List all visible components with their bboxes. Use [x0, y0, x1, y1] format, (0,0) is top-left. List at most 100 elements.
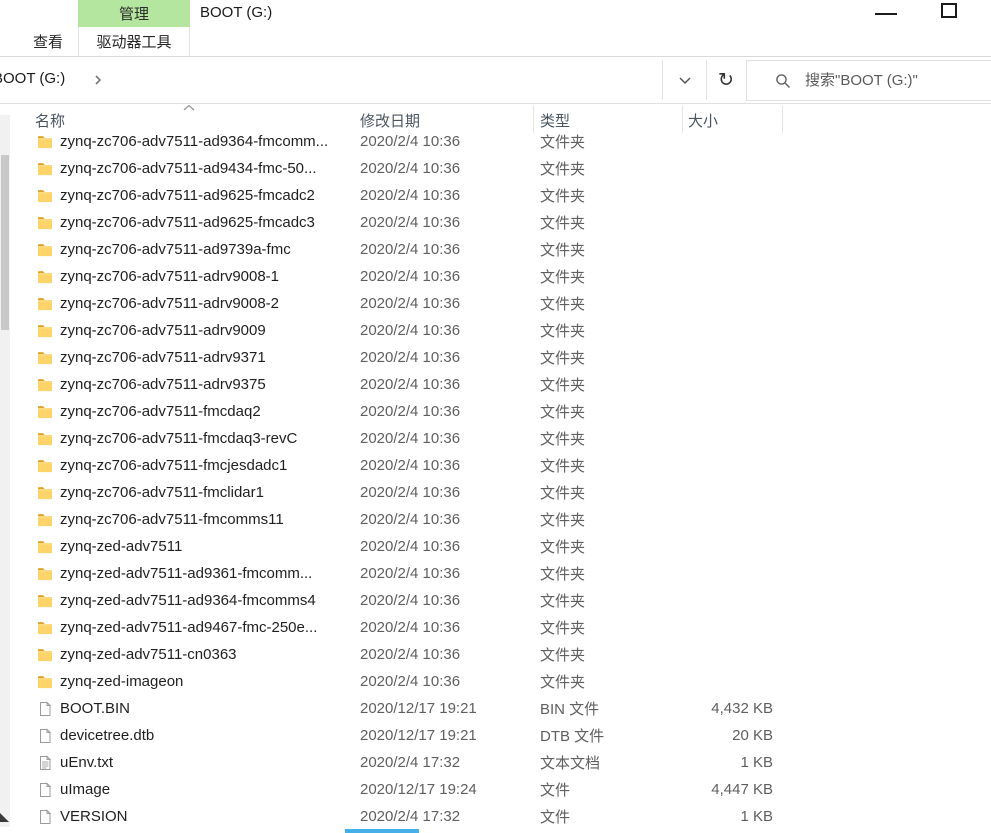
file-row[interactable]: zynq-zc706-adv7511-ad9625-fmcadc2 2020/2… — [0, 182, 991, 209]
file-row[interactable]: uEnv.txt 2020/2/4 17:32 文本文档 1 KB — [0, 749, 991, 776]
file-row[interactable]: zynq-zed-adv7511 2020/2/4 10:36 文件夹 — [0, 533, 991, 560]
file-row[interactable]: zynq-zc706-adv7511-ad9434-fmc-50... 2020… — [0, 155, 991, 182]
file-row[interactable]: zynq-zed-imageon 2020/2/4 10:36 文件夹 — [0, 668, 991, 695]
folder-icon — [37, 404, 53, 420]
file-row[interactable]: zynq-zc706-adv7511-fmcdaq3-revC 2020/2/4… — [0, 425, 991, 452]
file-row[interactable]: zynq-zc706-adv7511-ad9625-fmcadc3 2020/2… — [0, 209, 991, 236]
file-row[interactable]: zynq-zc706-adv7511-fmcomms11 2020/2/4 10… — [0, 506, 991, 533]
file-name: zynq-zc706-adv7511-fmcdaq3-revC — [60, 430, 298, 447]
file-modified-date: 2020/2/4 10:36 — [360, 214, 461, 231]
folder-icon — [37, 431, 53, 447]
file-row[interactable]: zynq-zed-adv7511-ad9467-fmc-250e... 2020… — [0, 614, 991, 641]
file-row[interactable]: devicetree.dtb 2020/12/17 19:21 DTB 文件 2… — [0, 722, 991, 749]
file-row[interactable]: zynq-zc706-adv7511-fmcdaq2 2020/2/4 10:3… — [0, 398, 991, 425]
file-type: 文件夹 — [540, 674, 586, 691]
file-type: 文件 — [540, 782, 571, 799]
tab-drive-tools[interactable]: 驱动器工具 — [78, 27, 190, 56]
title-bar: 管理 BOOT (G:) — [0, 0, 991, 27]
file-type: 文本文档 — [540, 755, 601, 772]
file-modified-date: 2020/2/4 10:36 — [360, 619, 461, 636]
search-box[interactable] — [746, 60, 991, 101]
file-row[interactable]: uImage 2020/12/17 19:24 文件 4,447 KB — [0, 776, 991, 803]
file-type: 文件夹 — [540, 404, 586, 421]
file-row[interactable]: zynq-zc706-adv7511-ad9739a-fmc 2020/2/4 … — [0, 236, 991, 263]
file-row[interactable]: zynq-zc706-adv7511-ad9364-fmcomm... 2020… — [0, 133, 991, 155]
file-name: zynq-zc706-adv7511-fmcjesdadc1 — [60, 457, 288, 474]
minimize-button[interactable] — [875, 13, 897, 15]
column-header-modified[interactable]: 修改日期 — [360, 110, 420, 131]
file-type: 文件夹 — [540, 188, 586, 205]
file-size: 1 KB — [740, 808, 773, 825]
chevron-down-icon — [678, 76, 691, 84]
file-name: zynq-zc706-adv7511-ad9625-fmcadc3 — [60, 214, 315, 231]
file-row[interactable]: zynq-zed-adv7511-ad9361-fmcomm... 2020/2… — [0, 560, 991, 587]
file-row[interactable]: zynq-zc706-adv7511-fmcjesdadc1 2020/2/4 … — [0, 452, 991, 479]
file-name: zynq-zc706-adv7511-ad9739a-fmc — [60, 241, 291, 258]
file-modified-date: 2020/2/4 10:36 — [360, 430, 461, 447]
file-modified-date: 2020/2/4 10:36 — [360, 349, 461, 366]
file-modified-date: 2020/2/4 10:36 — [360, 322, 461, 339]
breadcrumb[interactable]: BOOT (G:) — [0, 70, 65, 87]
breadcrumb-chevron-icon[interactable] — [93, 73, 103, 87]
file-modified-date: 2020/2/4 10:36 — [360, 538, 461, 555]
file-modified-date: 2020/12/17 19:21 — [360, 700, 477, 717]
text-file-icon — [37, 754, 53, 771]
refresh-button[interactable]: ↻ — [707, 60, 745, 100]
file-type: 文件夹 — [540, 134, 586, 151]
file-modified-date: 2020/2/4 10:36 — [360, 403, 461, 420]
file-modified-date: 2020/12/17 19:21 — [360, 727, 477, 744]
folder-icon — [37, 323, 53, 339]
folder-icon — [37, 188, 53, 204]
file-name: BOOT.BIN — [60, 700, 131, 717]
file-type: DTB 文件 — [540, 728, 605, 745]
file-size: 4,432 KB — [711, 700, 773, 717]
file-icon — [37, 700, 53, 717]
column-separator[interactable] — [682, 106, 683, 133]
file-name: zynq-zc706-adv7511-adrv9008-1 — [60, 268, 280, 285]
file-type: 文件夹 — [540, 215, 586, 232]
file-size: 1 KB — [740, 754, 773, 771]
file-type: 文件夹 — [540, 539, 586, 556]
contextual-tab-manage[interactable]: 管理 — [78, 0, 190, 27]
column-separator[interactable] — [782, 106, 783, 133]
file-modified-date: 2020/2/4 10:36 — [360, 484, 461, 501]
file-name: zynq-zed-imageon — [60, 673, 184, 690]
file-row[interactable]: zynq-zc706-adv7511-adrv9008-1 2020/2/4 1… — [0, 263, 991, 290]
left-scrollbar-track[interactable] — [0, 115, 10, 827]
file-row[interactable]: zynq-zc706-adv7511-adrv9371 2020/2/4 10:… — [0, 344, 991, 371]
file-row[interactable]: zynq-zc706-adv7511-fmclidar1 2020/2/4 10… — [0, 479, 991, 506]
file-row[interactable]: zynq-zed-adv7511-cn0363 2020/2/4 10:36 文… — [0, 641, 991, 668]
file-row[interactable]: zynq-zed-adv7511-ad9364-fmcomms4 2020/2/… — [0, 587, 991, 614]
file-name: zynq-zc706-adv7511-ad9364-fmcomm... — [60, 133, 329, 150]
file-modified-date: 2020/2/4 10:36 — [360, 592, 461, 609]
bottom-accent-strip — [345, 829, 419, 833]
file-row[interactable]: zynq-zc706-adv7511-adrv9008-2 2020/2/4 1… — [0, 290, 991, 317]
file-row[interactable]: BOOT.BIN 2020/12/17 19:21 BIN 文件 4,432 K… — [0, 695, 991, 722]
file-modified-date: 2020/2/4 10:36 — [360, 457, 461, 474]
file-modified-date: 2020/2/4 17:32 — [360, 754, 461, 771]
file-name: uImage — [60, 781, 111, 798]
file-modified-date: 2020/2/4 10:36 — [360, 376, 461, 393]
file-name: uEnv.txt — [60, 754, 114, 771]
file-row[interactable]: zynq-zc706-adv7511-adrv9009 2020/2/4 10:… — [0, 317, 991, 344]
address-dropdown-button[interactable] — [663, 60, 706, 100]
search-input[interactable] — [805, 72, 985, 89]
tab-view[interactable]: 查看 — [18, 27, 78, 56]
file-modified-date: 2020/2/4 17:32 — [360, 808, 461, 825]
maximize-button[interactable] — [941, 3, 957, 18]
file-type: 文件夹 — [540, 377, 586, 394]
file-type: 文件夹 — [540, 593, 586, 610]
file-type: 文件夹 — [540, 647, 586, 664]
file-type: 文件夹 — [540, 458, 586, 475]
column-separator[interactable] — [533, 106, 534, 133]
file-row[interactable]: VERSION 2020/2/4 17:32 文件 1 KB — [0, 803, 991, 830]
left-scrollbar-thumb[interactable] — [1, 155, 9, 330]
column-header-type[interactable]: 类型 — [540, 110, 570, 131]
file-row[interactable]: zynq-zc706-adv7511-adrv9375 2020/2/4 10:… — [0, 371, 991, 398]
file-type: 文件夹 — [540, 566, 586, 583]
file-list: zynq-zc706-adv7511-ad9364-fmcomm... 2020… — [0, 133, 991, 833]
file-name: zynq-zed-adv7511-ad9364-fmcomms4 — [60, 592, 316, 609]
column-header-name[interactable]: 名称 — [35, 110, 65, 131]
file-name: devicetree.dtb — [60, 727, 155, 744]
column-header-size[interactable]: 大小 — [688, 110, 718, 131]
